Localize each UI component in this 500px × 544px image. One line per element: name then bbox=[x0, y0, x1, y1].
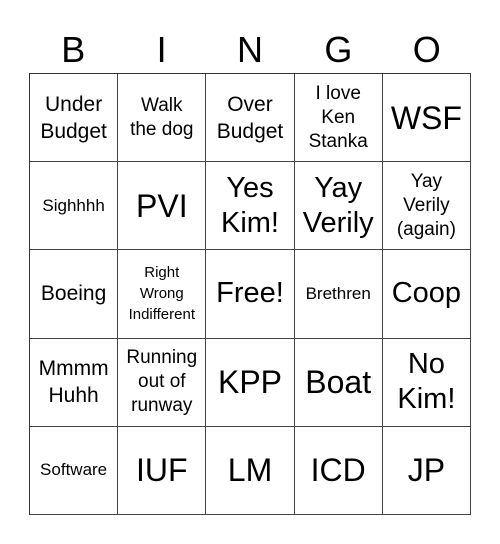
bingo-cell[interactable]: Software bbox=[30, 426, 119, 515]
bingo-cell[interactable]: Sighhhh bbox=[30, 162, 119, 251]
cell-label: JP bbox=[407, 452, 446, 489]
cell-label: IUF bbox=[136, 452, 188, 489]
cell-label: Yay Verily bbox=[302, 171, 374, 239]
header-letter-o: O bbox=[412, 29, 441, 70]
cell-label: PVI bbox=[136, 187, 188, 224]
free-space-cell[interactable]: Free! bbox=[206, 250, 295, 339]
cell-label: Walk the dog bbox=[130, 94, 194, 140]
bingo-header: B I N G O bbox=[29, 28, 471, 72]
bingo-cell[interactable]: JP bbox=[382, 426, 471, 515]
cell-label: Under Budget bbox=[40, 92, 107, 143]
cell-label: Software bbox=[40, 460, 108, 480]
cell-label: I love Ken Stanka bbox=[308, 82, 368, 152]
cell-label: Sighhhh bbox=[42, 195, 105, 215]
cell-label: Free! bbox=[216, 277, 284, 310]
bingo-cell[interactable]: ICD bbox=[294, 426, 383, 515]
cell-label: Yes Kim! bbox=[220, 171, 279, 239]
header-letter-g: G bbox=[324, 29, 353, 70]
cell-label: Right Wrong Indifferent bbox=[128, 264, 196, 324]
header-letter-b: B bbox=[61, 29, 86, 70]
cell-label: LM bbox=[227, 452, 273, 489]
bingo-cell[interactable]: Yay Verily bbox=[294, 162, 383, 251]
header-letter-i: I bbox=[156, 29, 167, 70]
cell-label: Boat bbox=[305, 364, 372, 401]
bingo-cell[interactable]: PVI bbox=[118, 162, 207, 251]
bingo-cell[interactable]: Running out of runway bbox=[118, 338, 207, 427]
cell-label: Coop bbox=[391, 277, 462, 310]
cell-label: Mmmm Huhh bbox=[38, 357, 109, 408]
bingo-cell[interactable]: Mmmm Huhh bbox=[30, 338, 119, 427]
bingo-cell[interactable]: Over Budget bbox=[206, 74, 295, 163]
bingo-cell[interactable]: WSF bbox=[382, 74, 471, 163]
cell-label: Boeing bbox=[40, 282, 107, 306]
cell-label: No Kim! bbox=[397, 348, 456, 416]
cell-label: WSF bbox=[390, 99, 462, 136]
cell-label: Yay Verily (again) bbox=[396, 170, 456, 240]
bingo-cell[interactable]: I love Ken Stanka bbox=[294, 74, 383, 163]
bingo-cell[interactable]: Yes Kim! bbox=[206, 162, 295, 251]
cell-label: KPP bbox=[217, 364, 282, 401]
bingo-cell[interactable]: Boeing bbox=[30, 250, 119, 339]
bingo-cell[interactable]: Coop bbox=[382, 250, 471, 339]
bingo-cell[interactable]: Brethren bbox=[294, 250, 383, 339]
bingo-cell[interactable]: LM bbox=[206, 426, 295, 515]
bingo-cell[interactable]: Walk the dog bbox=[118, 74, 207, 163]
cell-label: Over Budget bbox=[216, 92, 284, 143]
bingo-cell[interactable]: No Kim! bbox=[382, 338, 471, 427]
bingo-grid: Under Budget Walk the dog Over Budget I … bbox=[29, 73, 471, 515]
header-letter-n: N bbox=[236, 29, 263, 70]
bingo-cell[interactable]: Right Wrong Indifferent bbox=[118, 250, 207, 339]
bingo-cell[interactable]: Under Budget bbox=[30, 74, 119, 163]
bingo-cell[interactable]: KPP bbox=[206, 338, 295, 427]
bingo-cell[interactable]: IUF bbox=[118, 426, 207, 515]
cell-label: Running out of runway bbox=[126, 347, 198, 417]
bingo-cell[interactable]: Boat bbox=[294, 338, 383, 427]
cell-label: ICD bbox=[310, 452, 366, 489]
cell-label: Brethren bbox=[305, 283, 371, 303]
bingo-cell[interactable]: Yay Verily (again) bbox=[382, 162, 471, 251]
